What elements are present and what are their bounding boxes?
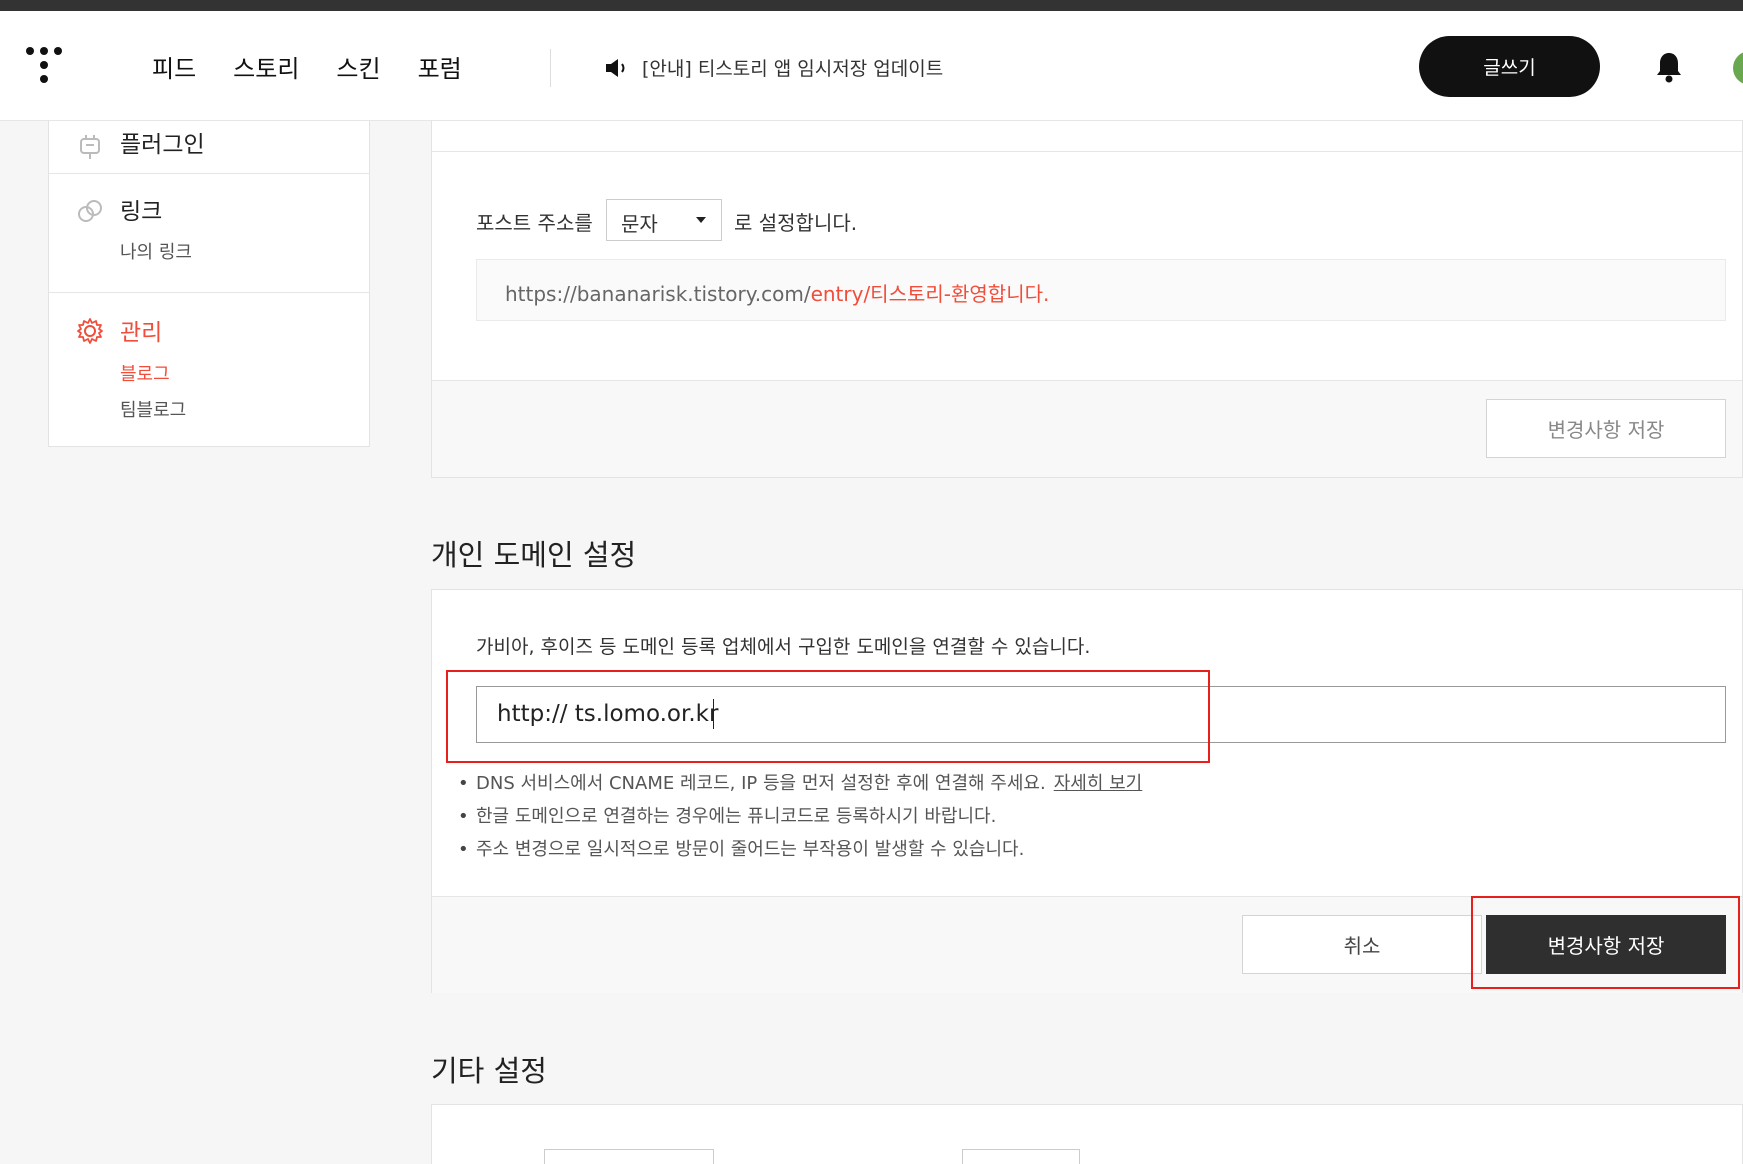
url-preview: https://bananarisk.tistory.com/entry/티스토…	[476, 259, 1726, 321]
sidebar-subitem-my-link[interactable]: 나의 링크	[120, 238, 192, 264]
header-divider	[550, 49, 551, 87]
nav-forum[interactable]: 포럼	[418, 49, 462, 84]
other-input[interactable]	[962, 1149, 1080, 1164]
link-icon	[78, 200, 102, 222]
plugin-icon	[80, 135, 100, 159]
gear-icon	[77, 318, 103, 344]
url-preview-text: https://bananarisk.tistory.com/entry/티스토…	[505, 278, 1049, 307]
sidebar-item-manage[interactable]: 관리 블로그 팀블로그	[49, 293, 369, 445]
domain-description: 가비아, 후이즈 등 도메인 등록 업체에서 구입한 도메인을 연결할 수 있습…	[476, 636, 1091, 658]
nav-feed[interactable]: 피드	[152, 49, 196, 84]
list-item: DNS 서비스에서 CNAME 레코드, IP 등을 먼저 설정한 후에 연결해…	[458, 767, 1143, 800]
post-address-prefix: 포스트 주소를	[476, 211, 593, 235]
card-divider	[432, 151, 1743, 152]
url-highlight: entry/티스토리-환영합니다.	[810, 282, 1050, 306]
note-text: 주소 변경으로 일시적으로 방문이 줄어드는 부작용이 발생할 수 있습니다.	[476, 839, 1025, 860]
notice-text: [안내] 티스토리 앱 임시저장 업데이트	[642, 58, 944, 80]
note-text: DNS 서비스에서 CNAME 레코드, IP 등을 먼저 설정한 후에 연결해…	[476, 773, 1046, 794]
caret-down-icon	[696, 217, 706, 223]
post-address-select[interactable]: 문자	[606, 199, 722, 241]
domain-notes: DNS 서비스에서 CNAME 레코드, IP 등을 먼저 설정한 후에 연결해…	[458, 767, 1143, 866]
avatar[interactable]	[1733, 51, 1743, 85]
post-address-suffix: 로 설정합니다.	[734, 211, 858, 235]
cancel-button[interactable]: 취소	[1242, 915, 1482, 974]
nav-story[interactable]: 스토리	[233, 49, 299, 84]
tistory-logo-icon[interactable]	[26, 47, 66, 87]
domain-section-title: 개인 도메인 설정	[431, 538, 637, 572]
top-header: 피드 스토리 스킨 포럼 [안내] 티스토리 앱 임시저장 업데이트 글쓰기	[0, 11, 1743, 121]
save-button[interactable]: 변경사항 저장	[1486, 399, 1726, 458]
post-address-card: 포스트 주소를 문자 로 설정합니다. https://bananarisk.t…	[431, 121, 1743, 478]
other-settings-card	[431, 1104, 1743, 1164]
select-value: 문자	[621, 212, 658, 236]
url-base: https://bananarisk.tistory.com/	[505, 282, 811, 306]
sidebar-item-label: 플러그인	[120, 132, 205, 158]
main-nav: 피드 스토리 스킨 포럼	[152, 49, 499, 84]
speaker-icon	[606, 58, 625, 77]
notice-link[interactable]: [안내] 티스토리 앱 임시저장 업데이트	[604, 54, 943, 81]
top-strip	[0, 0, 1743, 11]
nav-skin[interactable]: 스킨	[336, 49, 380, 84]
annotation-box-save	[1471, 896, 1740, 989]
other-section-title: 기타 설정	[431, 1054, 547, 1088]
other-select[interactable]	[544, 1149, 714, 1164]
detail-link[interactable]: 자세히 보기	[1054, 773, 1143, 794]
write-button[interactable]: 글쓰기	[1419, 36, 1600, 97]
list-item: 주소 변경으로 일시적으로 방문이 줄어드는 부작용이 발생할 수 있습니다.	[458, 833, 1142, 866]
sidebar-subitem-blog[interactable]: 블로그	[120, 360, 170, 386]
sidebar-subitem-team-blog[interactable]: 팀블로그	[120, 396, 186, 422]
note-text: 한글 도메인으로 연결하는 경우에는 퓨니코드로 등록하시기 바랍니다.	[476, 806, 997, 827]
card-footer: 변경사항 저장	[432, 380, 1742, 477]
annotation-box-input	[446, 670, 1210, 763]
list-item: 한글 도메인으로 연결하는 경우에는 퓨니코드로 등록하시기 바랍니다.	[458, 800, 1142, 833]
sidebar-item-plugin[interactable]: 플러그인	[49, 121, 369, 173]
sidebar-item-link[interactable]: 링크 나의 링크	[49, 174, 369, 292]
sidebar-item-label: 관리	[120, 320, 163, 346]
sidebar: 플러그인 링크 나의 링크 관리 블로그 팀블로그	[48, 121, 370, 447]
bell-icon[interactable]	[1655, 51, 1683, 83]
sidebar-item-label: 링크	[120, 199, 163, 225]
